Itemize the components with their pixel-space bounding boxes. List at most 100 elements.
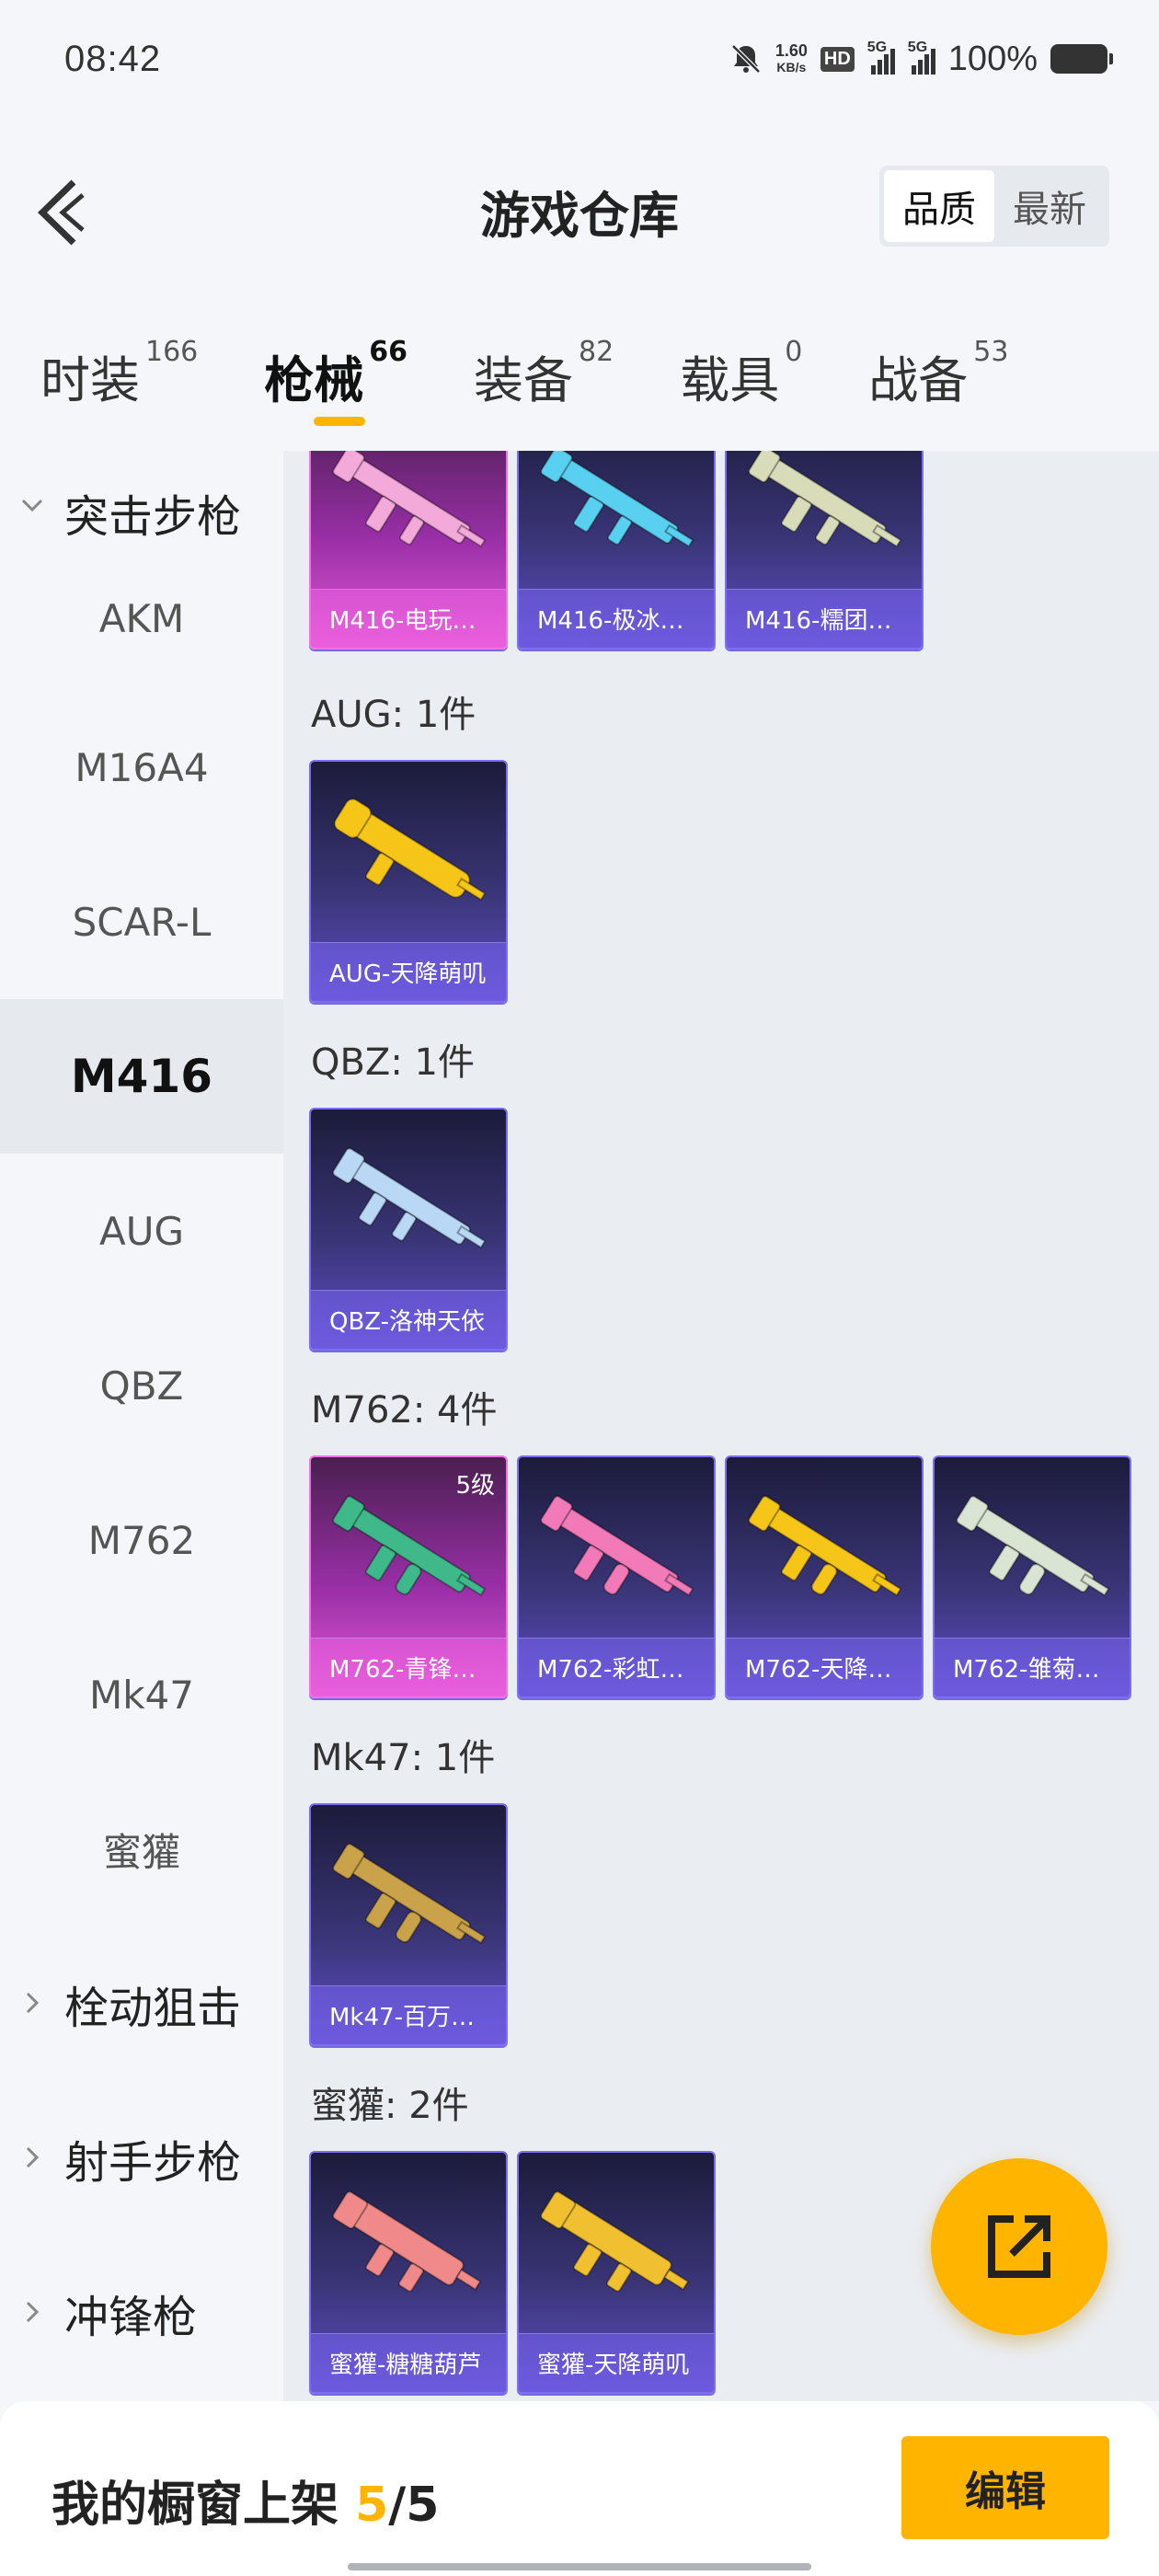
sidebar-group-bolt-action-snipers[interactable]: 栓动狙击 (0, 1926, 283, 2081)
sort-option-quality[interactable]: 品质 (884, 170, 994, 242)
battery-percent: 100% (947, 39, 1038, 78)
tab-count: 166 (145, 336, 199, 368)
signal-icon: 5G (866, 40, 895, 75)
edit-button[interactable]: 编辑 (901, 2436, 1109, 2539)
tab-firearms[interactable]: 枪械 66 (264, 336, 407, 426)
sidebar-item-honey-badger[interactable]: 蜜獾 (0, 1772, 283, 1926)
weapon-card-name: 蜜獾-糖糖葫芦 (311, 2333, 506, 2392)
sidebar-item-label: QBZ (99, 1363, 184, 1409)
signal-label: 5G (866, 40, 888, 55)
sidebar-item-label: AKM (98, 595, 185, 641)
rifle-icon (956, 1495, 1110, 1597)
weapon-card-name: M762-天降… (727, 1638, 922, 1696)
sidebar-item-m416[interactable]: M416 (0, 999, 283, 1154)
weapon-card-name: M762-青锋… (311, 1638, 506, 1696)
header: 游戏仓库 品质 最新 (0, 118, 1159, 302)
tab-label: 载具 (680, 351, 780, 409)
rifle-icon (332, 1495, 487, 1597)
share-external-icon (988, 2215, 1050, 2278)
tab-label: 时装 (40, 351, 140, 409)
weapon-card[interactable]: Mk47-百万… (309, 1803, 508, 2046)
showcase-label: 我的橱窗上架 (52, 2478, 356, 2533)
tab-count: 0 (785, 336, 803, 368)
sidebar-item-label: 冲锋枪 (64, 2292, 198, 2343)
weapon-card-name: Mk47-百万… (311, 1985, 506, 2044)
net-speed-unit: KB/s (776, 60, 807, 75)
weapon-category-sidebar: 突击步枪 AKM M16A4 SCAR-L M416 AUG QBZ M762 … (0, 451, 283, 2401)
sidebar-item-label: SCAR-L (72, 899, 212, 945)
weapon-card[interactable]: QBZ-洛神天依 (309, 1108, 508, 1351)
rifle-icon (332, 1843, 487, 1945)
sidebar-item-m16a4[interactable]: M16A4 (0, 690, 283, 845)
sidebar-item-mk47[interactable]: Mk47 (0, 1617, 283, 1772)
net-speed: 1.60 KB/s (775, 42, 808, 75)
sidebar-item-aug[interactable]: AUG (0, 1154, 283, 1308)
sidebar-group-submachine-guns[interactable]: 冲锋枪 (0, 2236, 283, 2390)
tab-label: 战备 (868, 351, 969, 409)
section-label: 蜜獾: 2件 (311, 2085, 469, 2127)
rifle-icon (332, 2191, 482, 2293)
rifle-icon (332, 451, 487, 548)
sidebar-item-label: 突击步枪 (64, 491, 242, 543)
status-icons: 1.60 KB/s HD 5G 5G 100% (729, 39, 1113, 79)
tab-label: 装备 (474, 351, 574, 409)
weapon-card-name: QBZ-洛神天依 (311, 1290, 506, 1349)
weapon-card[interactable]: 蜜獾-糖糖葫芦 (309, 2151, 508, 2394)
weapon-card-name: 蜜獾-天降萌叽 (519, 2333, 714, 2392)
rifle-icon (748, 1495, 902, 1597)
tab-vehicles[interactable]: 载具 0 (680, 336, 803, 413)
weapon-grid: M416-电玩… M416-极冰… M416-糯团… AUG: 1件 AUG-天… (283, 451, 1159, 2401)
net-speed-value: 1.60 (775, 41, 808, 60)
weapon-card-name: M762-彩虹… (519, 1638, 714, 1696)
sidebar-item-akm[interactable]: AKM (0, 546, 283, 690)
sidebar-item-scar-l[interactable]: SCAR-L (0, 845, 283, 999)
weapon-card[interactable]: M416-电玩… (309, 451, 508, 650)
sidebar-group-marksman-rifles[interactable]: 射手步枪 (0, 2081, 283, 2236)
weapon-card[interactable]: 蜜獾-天降萌叽 (517, 2151, 716, 2394)
sidebar-group-assault-rifles[interactable]: 突击步枪 (0, 451, 283, 546)
tab-battle-supplies[interactable]: 战备 53 (868, 336, 1009, 413)
showcase-status: 我的橱窗上架 5/5 (52, 2466, 439, 2535)
tab-equipment[interactable]: 装备 82 (474, 336, 614, 413)
chevron-right-icon (26, 2146, 40, 2168)
bell-muted-icon (731, 44, 761, 74)
sort-option-newest[interactable]: 最新 (994, 170, 1105, 242)
section-label: Mk47: 1件 (311, 1737, 496, 1779)
home-indicator (348, 2563, 811, 2570)
sidebar-item-qbz[interactable]: QBZ (0, 1308, 283, 1463)
weapon-card[interactable]: M416-极冰… (517, 451, 716, 650)
bottom-bar: 我的橱窗上架 5/5 编辑 (0, 2401, 1159, 2576)
weapon-card-name: M416-糯团… (727, 589, 922, 648)
weapon-card[interactable]: 5级 M762-青锋… (309, 1455, 508, 1698)
sidebar-item-label: 栓动狙击 (64, 1983, 242, 2034)
weapon-card[interactable]: M762-天降… (725, 1455, 924, 1698)
weapon-card[interactable]: M762-彩虹… (517, 1455, 716, 1698)
tab-count: 82 (579, 336, 614, 368)
tab-active-indicator (314, 417, 366, 426)
sidebar-item-label: 蜜獾 (102, 1829, 180, 1875)
status-time: 08:42 (64, 38, 162, 79)
section-label: M762: 4件 (311, 1389, 498, 1432)
chevron-down-icon (21, 499, 43, 512)
category-tabs: 时装 166 枪械 66 装备 82 载具 0 战备 53 (0, 302, 1159, 451)
signal-icon: 5G (907, 40, 935, 75)
rifle-icon (540, 451, 694, 548)
weapon-card[interactable]: M416-糯团… (725, 451, 924, 650)
sidebar-item-label: Mk47 (88, 1672, 194, 1718)
sort-toggle: 品质 最新 (879, 166, 1109, 247)
sidebar-item-label: M762 (87, 1517, 196, 1563)
share-button[interactable] (931, 2158, 1107, 2335)
weapon-card[interactable]: M762-雏菊… (933, 1455, 1131, 1698)
chevron-right-icon (26, 2301, 40, 2323)
sidebar-item-label: M416 (70, 1050, 213, 1103)
weapon-card-name: M416-极冰… (519, 589, 714, 648)
tab-fashion[interactable]: 时装 166 (40, 336, 199, 413)
sidebar-item-m762[interactable]: M762 (0, 1463, 283, 1617)
showcase-total: /5 (388, 2478, 440, 2533)
signal-label: 5G (907, 40, 928, 55)
tab-count: 53 (973, 336, 1009, 368)
weapon-card-name: M762-雏菊… (935, 1638, 1130, 1696)
section-label: QBZ: 1件 (311, 1041, 475, 1084)
weapon-card[interactable]: AUG-天降萌叽 (309, 760, 508, 1003)
weapon-card-name: AUG-天降萌叽 (311, 942, 506, 1001)
